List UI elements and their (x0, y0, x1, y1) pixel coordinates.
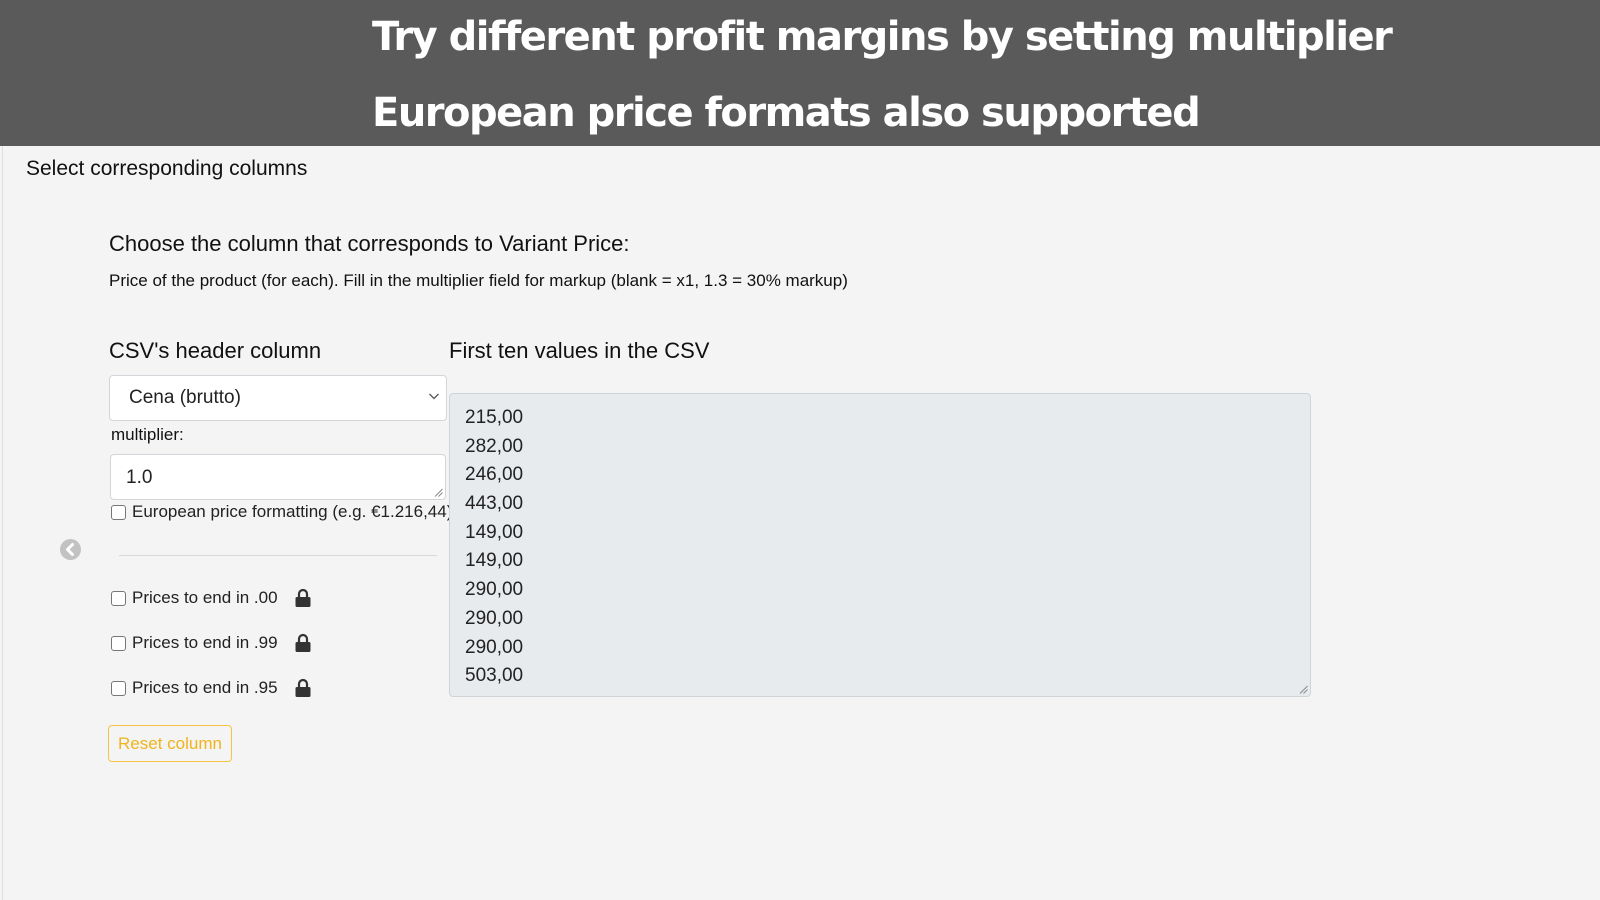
banner-line-2: European price formats also supported (372, 90, 1201, 136)
lock-icon (295, 588, 311, 607)
lock-icon (295, 678, 311, 697)
lock-icon (295, 633, 311, 652)
round-00-label: Prices to end in .00 (132, 588, 278, 607)
round-95-label: Prices to end in .95 (132, 678, 278, 697)
csv-values-textarea[interactable]: 215,00 282,00 246,00 443,00 149,00 149,0… (449, 393, 1311, 697)
chevron-down-icon (429, 393, 439, 400)
multiplier-label: multiplier: (111, 425, 184, 444)
csv-value: 290,00 (465, 607, 524, 629)
csv-value: 246,00 (465, 464, 524, 486)
reset-column-button[interactable]: Reset column (108, 725, 232, 762)
round-99-label: Prices to end in .99 (132, 633, 278, 652)
multiplier-input[interactable]: 1.0 (110, 454, 446, 500)
csv-value: 503,00 (465, 665, 524, 687)
csv-value: 282,00 (465, 435, 524, 457)
field-description: Price of the product (for each). Fill in… (109, 271, 848, 290)
csv-value: 149,00 (465, 550, 524, 572)
resize-grip-icon[interactable] (434, 488, 443, 497)
european-format-option[interactable]: European price formatting (e.g. €1.216,4… (111, 502, 452, 522)
divider (119, 555, 437, 556)
csv-header-column-heading: CSV's header column (109, 338, 322, 363)
round-00-option[interactable]: Prices to end in .00 (111, 588, 312, 608)
round-99-checkbox[interactable] (111, 635, 126, 651)
csv-value: 215,00 (465, 407, 524, 428)
multiplier-value: 1.0 (126, 467, 153, 488)
round-99-option[interactable]: Prices to end in .99 (111, 633, 312, 653)
first-ten-values-heading: First ten values in the CSV (449, 338, 710, 363)
promo-banner: Try different profit margins by setting … (0, 0, 1600, 146)
european-format-label: European price formatting (e.g. €1.216,4… (132, 502, 453, 521)
round-95-option[interactable]: Prices to end in .95 (111, 678, 312, 698)
banner-line-1: Try different profit margins by setting … (372, 14, 1393, 60)
csv-header-select-value: Cena (brutto) (129, 387, 241, 408)
round-95-checkbox[interactable] (111, 680, 126, 696)
csv-value: 149,00 (465, 521, 524, 543)
csv-header-select[interactable]: Cena (brutto) (109, 375, 447, 421)
section-title: Select corresponding columns (26, 157, 308, 180)
field-heading: Choose the column that corresponds to Va… (109, 231, 630, 256)
csv-value: 290,00 (465, 636, 524, 658)
resize-grip-icon[interactable] (1299, 685, 1308, 694)
round-00-checkbox[interactable] (111, 590, 126, 606)
european-format-checkbox[interactable] (111, 504, 126, 520)
page-border (2, 146, 3, 900)
csv-value: 290,00 (465, 579, 524, 601)
csv-value: 443,00 (465, 493, 524, 515)
chevron-left-circle-icon[interactable] (60, 539, 81, 560)
